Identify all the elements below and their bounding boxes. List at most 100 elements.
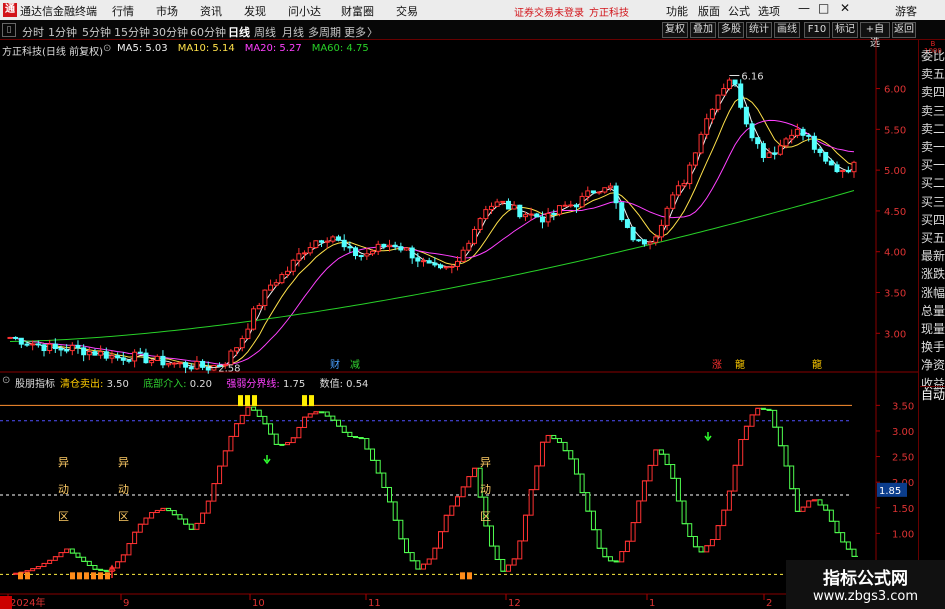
candle-body (296, 253, 302, 261)
indicator-bar (432, 547, 438, 560)
sidebar-auto-button[interactable]: 自动 (920, 386, 945, 403)
indicator-bar (539, 441, 545, 467)
sidebar-item-6[interactable]: 买一 (920, 157, 945, 174)
sidebar-item-14[interactable]: 总量 (920, 303, 945, 320)
candle-body (777, 145, 783, 155)
candle-body (75, 344, 81, 349)
indicator-bar (630, 522, 636, 542)
sidebar-item-1[interactable]: 卖五 (920, 66, 945, 83)
candle-body (409, 247, 415, 259)
candle-body (426, 260, 432, 264)
candle-body (823, 152, 829, 162)
event-marker-2[interactable]: 涨 (712, 359, 722, 371)
candle-body (24, 343, 30, 346)
price-tick-label: 4.00 (884, 248, 906, 259)
sidebar-item-15[interactable]: 现量 (920, 321, 945, 338)
indicator-bar (488, 525, 494, 547)
indicator-bar (777, 426, 783, 447)
candle-body (590, 190, 596, 194)
candle-body (806, 134, 812, 137)
zone-char-1-1: 动 (118, 483, 129, 496)
indicator-bar (143, 517, 149, 525)
candle-body (160, 355, 166, 366)
high-price-label: 6.16 (741, 72, 763, 83)
indicator-bar (607, 556, 613, 562)
xaxis-label: 10 (252, 598, 265, 609)
sidebar-item-3[interactable]: 卖三 (920, 103, 945, 120)
corner-marker (0, 596, 12, 609)
sidebar-item-12[interactable]: 涨跌 (920, 266, 945, 283)
indicator-bar (330, 415, 336, 421)
indicator-bar (647, 464, 653, 482)
sidebar-item-9[interactable]: 买四 (920, 212, 945, 229)
candle-body (69, 344, 75, 352)
down-arrow-icon (263, 455, 271, 465)
sidebar-item-7[interactable]: 买二 (920, 175, 945, 192)
candle-body (670, 194, 676, 209)
candle-body (488, 205, 494, 211)
candle-body (7, 336, 13, 339)
candle-body (290, 259, 296, 272)
candle-body (454, 260, 460, 267)
indicator-bar (126, 543, 132, 556)
sidebar-item-8[interactable]: 买三 (920, 194, 945, 211)
candle-body (358, 255, 364, 258)
indicator-bar (262, 415, 268, 425)
indicator-bar (336, 419, 342, 427)
bottom-signal-box (98, 572, 103, 580)
sidebar-item-16[interactable]: 换手 (920, 339, 945, 356)
indicator-bar (296, 426, 302, 439)
candle-body (834, 164, 840, 173)
sidebar-item-13[interactable]: 涨幅 (920, 285, 945, 302)
candle-body (522, 214, 528, 218)
price-tick-label: 3.50 (884, 289, 906, 300)
indicator-tick-label: 1.00 (892, 529, 914, 540)
indicator-bar (52, 556, 58, 561)
zone-char-2-1: 动 (480, 483, 491, 496)
candle-body (466, 242, 472, 251)
sidebar-item-4[interactable]: 卖二 (920, 121, 945, 138)
candle-body (607, 185, 613, 189)
indicator-bar (726, 490, 732, 511)
indicator-bar (715, 525, 721, 541)
event-marker-1[interactable]: 减 (350, 359, 360, 371)
indicator-bar (256, 409, 262, 417)
bottom-signal-box (84, 572, 89, 580)
candle-body (137, 351, 143, 354)
candle-body (732, 79, 738, 85)
kline-chart[interactable]: 3.00 3.50 4.00 4.50 5.00 5.50 6.00 6.16 2.58 财减 涨 龍… (0, 0, 918, 609)
sidebar-item-17[interactable]: 净资 (920, 357, 945, 374)
candle-body (194, 360, 200, 370)
indicator-bar (670, 464, 676, 479)
candle-body (171, 362, 177, 365)
candle-body (262, 289, 268, 306)
indicator-bar (749, 414, 755, 427)
candle-body (664, 207, 670, 226)
indicator-bar (500, 558, 506, 572)
sidebar-item-2[interactable]: 卖四 (920, 84, 945, 101)
indicator-bar (454, 496, 460, 507)
sidebar-item-10[interactable]: 买五 (920, 230, 945, 247)
indicator-bar (239, 414, 245, 425)
candle-body (772, 152, 778, 155)
indicator-bar (817, 499, 823, 506)
event-marker-0[interactable]: 财 (330, 358, 340, 371)
quote-sidebar: B 1000 委比 卖五 卖四 卖三 卖二 卖一 买一 买二 买三 买四 买五 最新 涨跌 涨幅 总量 现量换… (918, 40, 945, 609)
event-marker-3[interactable]: 龍 (735, 358, 745, 371)
candle-body (234, 347, 240, 352)
indicator-bar (573, 458, 579, 475)
candle-body (596, 191, 602, 194)
indicator-bar (709, 539, 715, 547)
candle-body (18, 337, 24, 345)
candle-body (347, 246, 353, 249)
sidebar-item-5[interactable]: 卖一 (920, 139, 945, 156)
indicator-bar (721, 509, 727, 527)
candle-body (432, 262, 438, 266)
sidebar-item-0[interactable]: 委比 (920, 48, 945, 65)
candle-body (364, 253, 370, 257)
candle-body (539, 216, 545, 223)
indicator-bar (75, 552, 81, 558)
event-marker-4[interactable]: 龍 (812, 358, 822, 371)
candle-body (511, 204, 517, 210)
sidebar-item-11[interactable]: 最新 (920, 248, 945, 265)
